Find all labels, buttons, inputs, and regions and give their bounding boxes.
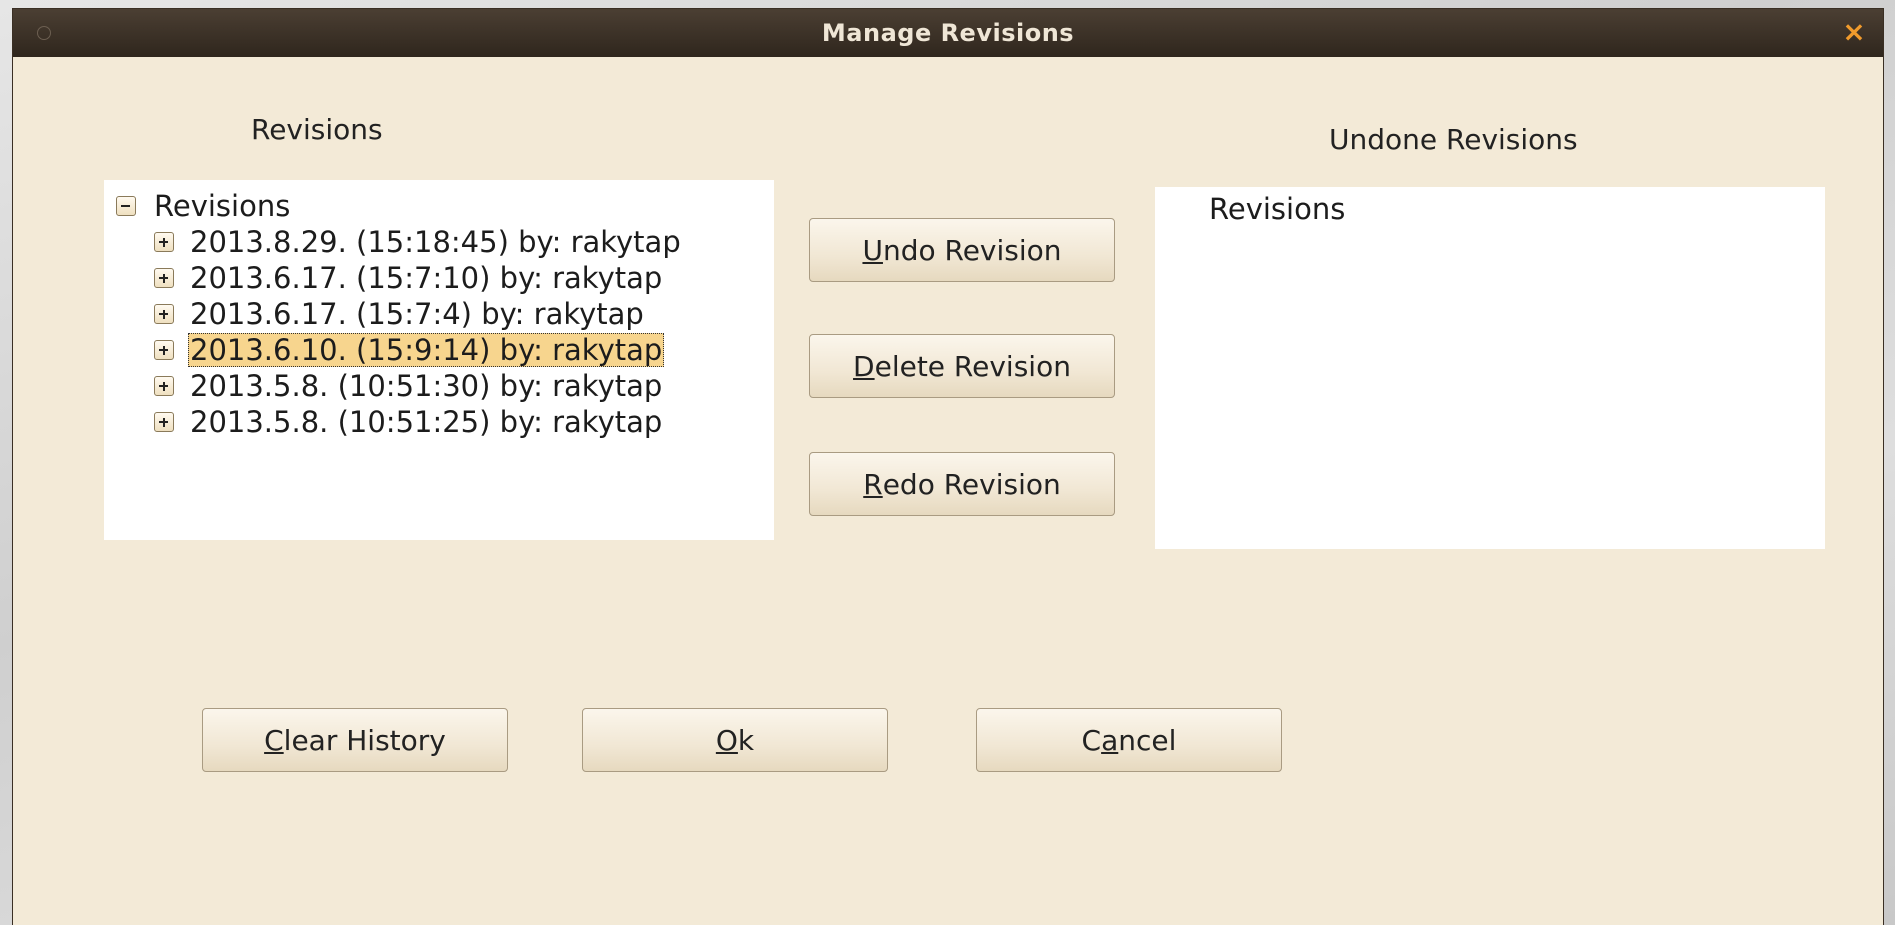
revisions-tree[interactable]: Revisions 2013.8.29. (15:18:45) by: raky… [104, 180, 774, 540]
window-title: Manage Revisions [821, 19, 1075, 47]
expand-icon[interactable] [154, 340, 174, 360]
revision-item[interactable]: 2013.8.29. (15:18:45) by: rakytap [154, 224, 683, 260]
redo-revision-button[interactable]: Redo Revision [809, 452, 1115, 516]
manage-revisions-dialog: Manage Revisions × Revisions Revisions 2… [12, 8, 1884, 925]
expand-icon[interactable] [154, 376, 174, 396]
revision-item-label: 2013.8.29. (15:18:45) by: rakytap [190, 225, 681, 259]
undone-tree-root-label: Revisions [1209, 192, 1346, 226]
revision-item-label: 2013.5.8. (10:51:25) by: rakytap [190, 405, 663, 439]
expand-icon[interactable] [154, 304, 174, 324]
expand-icon[interactable] [154, 412, 174, 432]
revision-item-label: 2013.6.17. (15:7:10) by: rakytap [190, 261, 663, 295]
revision-item[interactable]: 2013.5.8. (10:51:30) by: rakytap [154, 368, 664, 404]
revision-item[interactable]: 2013.5.8. (10:51:25) by: rakytap [154, 404, 664, 440]
tree-root-revisions[interactable]: Revisions [116, 188, 292, 224]
revision-item-label: 2013.6.17. (15:7:4) by: rakytap [190, 297, 644, 331]
ok-button[interactable]: Ok [582, 708, 888, 772]
revision-item-label: 2013.5.8. (10:51:30) by: rakytap [190, 369, 663, 403]
collapse-icon[interactable] [116, 196, 136, 216]
undone-revisions-tree[interactable]: Revisions [1155, 187, 1825, 549]
clear-history-button[interactable]: Clear History [202, 708, 508, 772]
expand-icon[interactable] [154, 268, 174, 288]
revision-item[interactable]: 2013.6.10. (15:9:14) by: rakytap [154, 332, 665, 368]
cancel-button[interactable]: Ca ncel [976, 708, 1282, 772]
expand-icon[interactable] [154, 232, 174, 252]
revisions-heading: Revisions [251, 113, 383, 146]
window-menu-icon[interactable] [37, 26, 51, 40]
revision-item-label: 2013.6.10. (15:9:14) by: rakytap [188, 333, 665, 367]
tree-root-label: Revisions [154, 189, 291, 223]
revision-item[interactable]: 2013.6.17. (15:7:4) by: rakytap [154, 296, 646, 332]
close-icon[interactable]: × [1839, 17, 1869, 47]
undo-revision-button[interactable]: Undo Revision [809, 218, 1115, 282]
undone-revisions-heading: Undone Revisions [1329, 123, 1578, 156]
delete-revision-button[interactable]: Delete Revision [809, 334, 1115, 398]
undone-tree-root[interactable]: Revisions [1207, 191, 1347, 227]
title-bar[interactable]: Manage Revisions × [13, 9, 1883, 57]
revision-item[interactable]: 2013.6.17. (15:7:10) by: rakytap [154, 260, 664, 296]
